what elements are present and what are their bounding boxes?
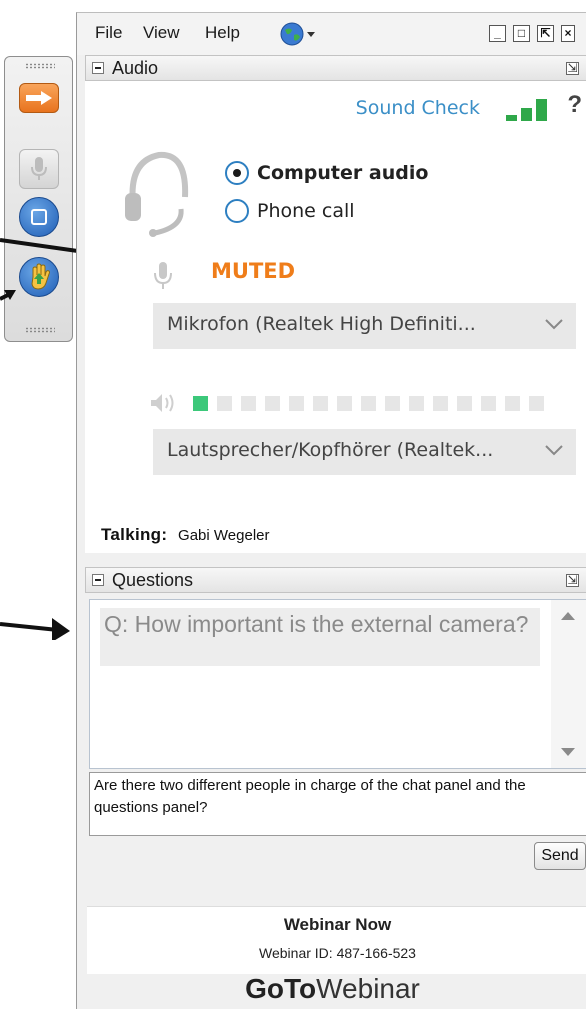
collapse-questions-button[interactable] <box>92 574 104 586</box>
questions-panel: Q: How important is the external camera?… <box>85 595 586 895</box>
chevron-down-icon <box>545 319 563 330</box>
sound-check-link[interactable]: Sound Check <box>356 97 480 119</box>
brand-light: Webinar <box>316 973 420 1004</box>
level-cell <box>289 395 304 411</box>
minimize-button[interactable]: _ <box>489 25 506 42</box>
phone-call-radio[interactable] <box>225 199 249 223</box>
computer-audio-option[interactable]: Computer audio <box>225 161 428 185</box>
brand-logo: GoToWebinar <box>77 973 586 1009</box>
audio-panel: Sound Check ? Computer audio Phone call <box>85 81 586 553</box>
level-cell <box>385 395 400 411</box>
close-button[interactable]: × <box>561 25 575 42</box>
talking-name: Gabi Wegeler <box>178 527 270 544</box>
popout-audio-icon[interactable]: ⇲ <box>566 62 579 75</box>
menu-help[interactable]: Help <box>205 23 240 43</box>
scroll-down-icon[interactable] <box>561 748 575 756</box>
level-cell <box>265 395 280 411</box>
speaker-icon <box>151 394 174 412</box>
headset-icon <box>123 141 193 246</box>
menu-file[interactable]: File <box>95 23 122 43</box>
maximize-button[interactable]: □ <box>513 25 530 42</box>
questions-list[interactable]: Q: How important is the external camera? <box>89 599 586 769</box>
level-cell <box>193 395 208 411</box>
brand-bold: GoTo <box>245 973 317 1004</box>
globe-icon[interactable] <box>279 21 319 52</box>
muted-microphone-icon[interactable] <box>153 261 173 296</box>
speaker-level-meter <box>149 391 553 415</box>
mic-status-label: MUTED <box>211 259 296 283</box>
talking-label: Talking: <box>101 525 168 544</box>
speaker-select[interactable]: Lautsprecher/Kopfhörer (Realtek... <box>153 429 576 475</box>
level-cell <box>433 395 448 411</box>
audio-panel-header[interactable]: Audio ⇲ <box>85 55 586 81</box>
signal-strength-icon <box>506 99 550 121</box>
level-cell <box>481 395 496 411</box>
arrow-to-questions <box>0 622 59 632</box>
level-cell <box>361 395 376 411</box>
list-item[interactable]: Q: How important is the external camera? <box>100 608 540 666</box>
level-cell <box>505 395 520 411</box>
microphone-select[interactable]: Mikrofon (Realtek High Definiti... <box>153 303 576 349</box>
level-cell <box>529 395 544 411</box>
send-button[interactable]: Send <box>534 842 586 870</box>
webinar-info: Webinar Now Webinar ID: 487-166-523 <box>87 906 586 974</box>
menu-bar: File View Help _ □ ⇱ × <box>77 13 586 55</box>
phone-call-option[interactable]: Phone call <box>225 199 355 223</box>
level-cell <box>241 395 256 411</box>
collapse-audio-button[interactable] <box>92 62 104 74</box>
level-cell <box>457 395 472 411</box>
speaker-value: Lautsprecher/Kopfhörer (Realtek... <box>167 439 494 461</box>
questions-panel-header[interactable]: Questions ⇲ <box>85 567 586 593</box>
talking-indicator: Talking: Gabi Wegeler <box>101 525 269 545</box>
webinar-control-panel: File View Help _ □ ⇱ × Audio ⇲ Sound Che… <box>76 12 586 1009</box>
popout-questions-icon[interactable]: ⇲ <box>566 574 579 587</box>
questions-scrollbar[interactable] <box>551 600 586 768</box>
audio-help-button[interactable]: ? <box>567 91 582 119</box>
computer-audio-label: Computer audio <box>257 162 429 184</box>
microphone-value: Mikrofon (Realtek High Definiti... <box>167 313 476 335</box>
audio-panel-title: Audio <box>112 58 159 78</box>
popout-button[interactable]: ⇱ <box>537 25 554 42</box>
scroll-up-icon[interactable] <box>561 612 575 620</box>
phone-call-label: Phone call <box>257 200 355 222</box>
question-input[interactable]: Are there two different people in charge… <box>89 772 586 836</box>
webinar-title: Webinar Now <box>283 915 392 934</box>
computer-audio-radio[interactable] <box>225 161 249 185</box>
level-cell <box>217 395 232 411</box>
level-cell <box>337 395 352 411</box>
level-cell <box>409 395 424 411</box>
chevron-down-icon <box>545 445 563 456</box>
questions-panel-title: Questions <box>112 570 194 590</box>
level-cell <box>313 395 328 411</box>
menu-view[interactable]: View <box>143 23 180 43</box>
webinar-id: Webinar ID: 487-166-523 <box>259 945 416 961</box>
arrowhead-questions <box>52 618 70 640</box>
